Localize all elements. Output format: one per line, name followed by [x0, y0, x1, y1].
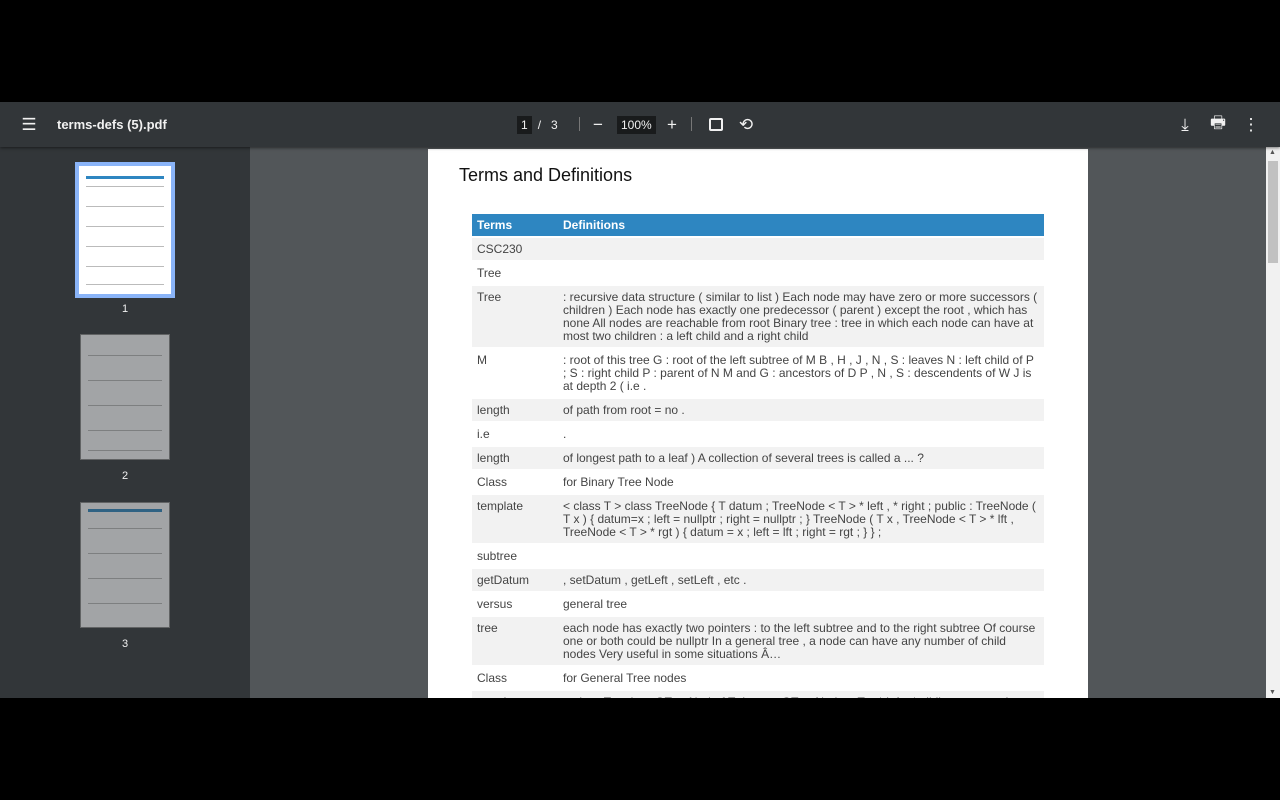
term-cell: CSC230: [472, 238, 558, 260]
zoom-in-icon[interactable]: +: [660, 102, 684, 147]
definition-cell: < class T > class TreeNode { T datum ; T…: [558, 495, 1044, 543]
definition-cell: for General Tree nodes: [563, 671, 687, 685]
thumbnail-page-1[interactable]: [75, 162, 175, 298]
file-title: terms-defs (5).pdf: [57, 117, 167, 132]
zoom-input[interactable]: 100%: [617, 115, 656, 134]
definition-cell: of longest path to a leaf ) A collection…: [558, 447, 1044, 469]
term-cell: Tree: [472, 286, 558, 347]
thumbnail-label: 1: [121, 303, 129, 315]
print-icon[interactable]: 🖶: [1206, 102, 1230, 147]
table-row: i.e.: [472, 423, 1044, 445]
definition-cell: , setDatum , getLeft , setLeft , etc .: [558, 569, 1044, 591]
thumbnail-page-3[interactable]: [80, 502, 170, 628]
term-cell: subtree: [477, 549, 518, 563]
definition-cell: .: [563, 427, 567, 441]
scrollbar[interactable]: ▲ ▼: [1266, 147, 1280, 698]
definition-cell: general tree: [563, 597, 628, 611]
pdf-viewer: ☰ terms-defs (5).pdf 1 / 3 − 100% + ⟲ ⤓ …: [0, 102, 1280, 698]
scroll-up-icon[interactable]: ▲: [1269, 149, 1276, 156]
thumbnail-sidebar: 1 2 3: [0, 147, 250, 698]
menu-icon[interactable]: ☰: [18, 102, 40, 147]
zoom-out-icon[interactable]: −: [586, 102, 610, 147]
term-cell: template: [472, 495, 558, 543]
table-row: tree each node has exactly two pointers :…: [472, 617, 1044, 665]
column-header-terms: Terms: [472, 214, 558, 236]
definition-cell: [558, 238, 1044, 260]
scrollbar-thumb[interactable]: [1268, 161, 1278, 263]
term-cell: length: [472, 447, 558, 469]
scroll-down-icon[interactable]: ▼: [1269, 689, 1276, 696]
table-row: Class for Binary Tree Node: [472, 471, 1044, 493]
page-number-input[interactable]: 1: [517, 115, 532, 134]
table-row: CSC230: [472, 238, 1044, 260]
definition-cell: of path from root = no .: [558, 399, 1044, 421]
column-header-definitions: Definitions: [558, 214, 1044, 236]
more-options-icon[interactable]: ⋮: [1239, 102, 1263, 147]
term-cell: M: [477, 353, 487, 367]
document-title: Terms and Definitions: [459, 165, 633, 185]
terms-table: Terms Definitions CSC230 Tree Tree: recursi…: [472, 212, 1044, 698]
page-separator: /: [537, 117, 542, 132]
table-row: Tree: recursive data structure ( similar…: [472, 286, 1044, 347]
term-cell: versus: [477, 597, 513, 611]
term-cell: Class: [477, 671, 508, 685]
page-total: 3: [551, 117, 558, 132]
toolbar: ☰ terms-defs (5).pdf 1 / 3 − 100% + ⟲ ⤓ …: [0, 102, 1280, 147]
definition-cell: < class T > class GTreeNode { T datum ; …: [558, 691, 1044, 698]
table-row: subtree: [472, 545, 1044, 567]
table-row: template < class T > class TreeNode { T d…: [472, 495, 1044, 543]
term-cell: template: [472, 691, 558, 698]
table-row: length of longest path to a leaf ) A coll…: [472, 447, 1044, 469]
thumbnail-label: 2: [121, 470, 129, 482]
term-cell: Class: [477, 475, 508, 489]
pdf-page: Terms and Definitions Terms Definitions C…: [428, 149, 1088, 698]
term-cell: length: [472, 399, 558, 421]
table-row: length of path from root = no .: [472, 399, 1044, 421]
term-cell: getDatum: [472, 569, 558, 591]
definition-cell: : root of this tree G : root of the left…: [563, 353, 1034, 393]
divider: [579, 117, 580, 131]
definition-cell: : recursive data structure ( similar to …: [558, 286, 1044, 347]
definition-cell: for Binary Tree Node: [563, 475, 674, 489]
definition-cell: [558, 545, 1044, 567]
thumbnail-page-2[interactable]: [80, 334, 170, 460]
divider: [691, 117, 692, 131]
definition-cell: [558, 262, 1044, 284]
term-cell: tree: [472, 617, 558, 665]
table-row: M : root of this tree G : root of the lef…: [472, 349, 1044, 397]
rotate-icon[interactable]: ⟲: [734, 102, 758, 147]
table-row: Tree: [472, 262, 1044, 284]
download-icon[interactable]: ⤓: [1173, 102, 1197, 147]
thumbnail-label: 3: [121, 638, 129, 650]
table-row: versus general tree: [472, 593, 1044, 615]
table-row: template< class T > class GTreeNode { T …: [472, 691, 1044, 698]
term-cell: Tree: [477, 266, 502, 280]
table-row: Class for General Tree nodes: [472, 667, 1044, 689]
fit-page-icon[interactable]: [704, 102, 728, 147]
term-cell: i.e: [477, 427, 490, 441]
definition-cell: each node has exactly two pointers : to …: [558, 617, 1044, 665]
table-row: getDatum, setDatum , getLeft , setLeft ,…: [472, 569, 1044, 591]
